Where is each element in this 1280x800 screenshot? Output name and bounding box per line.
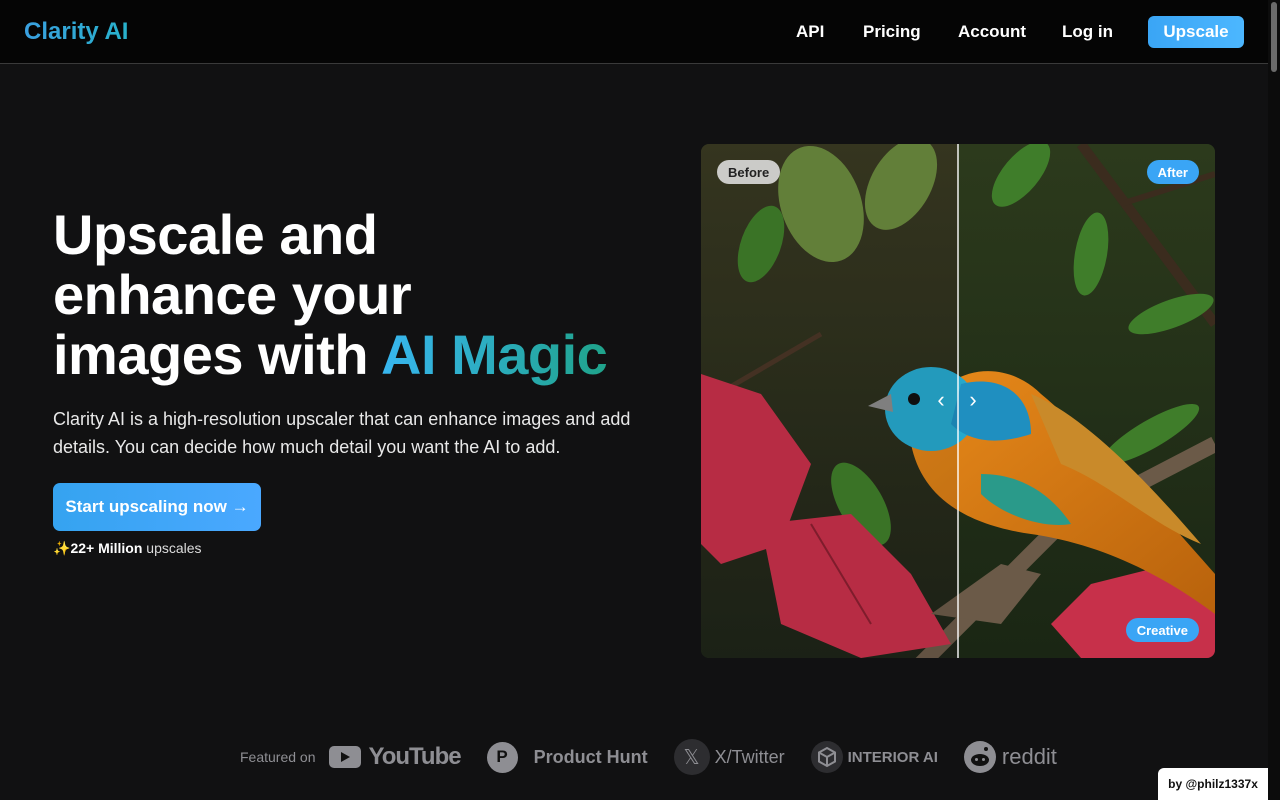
youtube-wordmark: YouTube [368, 743, 462, 770]
hero-description: Clarity AI is a high-resolution upscaler… [53, 409, 631, 457]
hero-title-line1: Upscale and [53, 203, 378, 266]
hero-title-line2: enhance your [53, 263, 412, 326]
reddit-icon [963, 741, 996, 773]
upscale-count: ✨22+ Million upscales [53, 540, 202, 557]
featured-label: Featured on [240, 749, 316, 765]
before-after-comparison[interactable]: ‹ › Before After Creative [701, 144, 1215, 658]
scrollbar-thumb[interactable] [1271, 2, 1277, 72]
hero-title-line3: images with [53, 323, 382, 386]
logo-text[interactable]: Clarity AI [24, 18, 128, 45]
x-twitter-wordmark: X/Twitter [714, 746, 785, 767]
chevron-left-icon[interactable]: ‹ [931, 387, 951, 412]
product-hunt-wordmark: Product Hunt [533, 746, 648, 767]
nav-account-link[interactable]: Account [958, 22, 1026, 42]
x-logo-icon: 𝕏 [673, 739, 710, 775]
upscale-button[interactable]: Upscale [1148, 16, 1244, 48]
start-upscaling-button[interactable]: Start upscaling now → [53, 483, 261, 531]
nav-login-link[interactable]: Log in [1062, 22, 1113, 42]
interior-ai-cube-icon [810, 741, 843, 773]
upscale-count-label: upscales [142, 540, 202, 556]
creative-mode-badge: Creative [1125, 618, 1199, 642]
product-hunt-link[interactable]: P Product Hunt [486, 741, 648, 773]
hero-title: Upscale and enhance your images with AI … [53, 205, 673, 385]
nav-pricing-link[interactable]: Pricing [863, 22, 921, 42]
youtube-link[interactable]: YouTube [328, 743, 462, 771]
reddit-link[interactable]: reddit [963, 741, 1057, 773]
site-header: Clarity AITM API Pricing Account Log in … [0, 0, 1280, 64]
youtube-icon [328, 746, 361, 768]
logo[interactable]: Clarity AITM [24, 18, 147, 46]
nav-api-link[interactable]: API [796, 22, 824, 42]
upscale-count-value: 22+ Million [70, 540, 143, 556]
sparkle-icon: ✨ [53, 540, 71, 556]
product-hunt-icon: P [486, 741, 518, 773]
logo-trademark: TM [128, 14, 148, 29]
hero-title-highlight: AI Magic [381, 323, 608, 386]
featured-on-bar: Featured on YouTube P Product Hunt 𝕏 X/T… [240, 738, 1083, 776]
before-label: Before [717, 160, 781, 184]
after-label: After [1146, 160, 1199, 184]
comparison-divider[interactable] [957, 144, 959, 658]
chevron-right-icon[interactable]: › [963, 387, 983, 412]
interior-ai-link[interactable]: INTERIOR AI [810, 741, 938, 773]
author-credit-link[interactable]: by @philz1337x [1158, 768, 1268, 800]
reddit-wordmark: reddit [1001, 744, 1057, 769]
scrollbar[interactable] [1268, 0, 1280, 800]
interior-ai-wordmark: INTERIOR AI [847, 748, 938, 766]
x-twitter-link[interactable]: 𝕏 X/Twitter [673, 739, 785, 775]
